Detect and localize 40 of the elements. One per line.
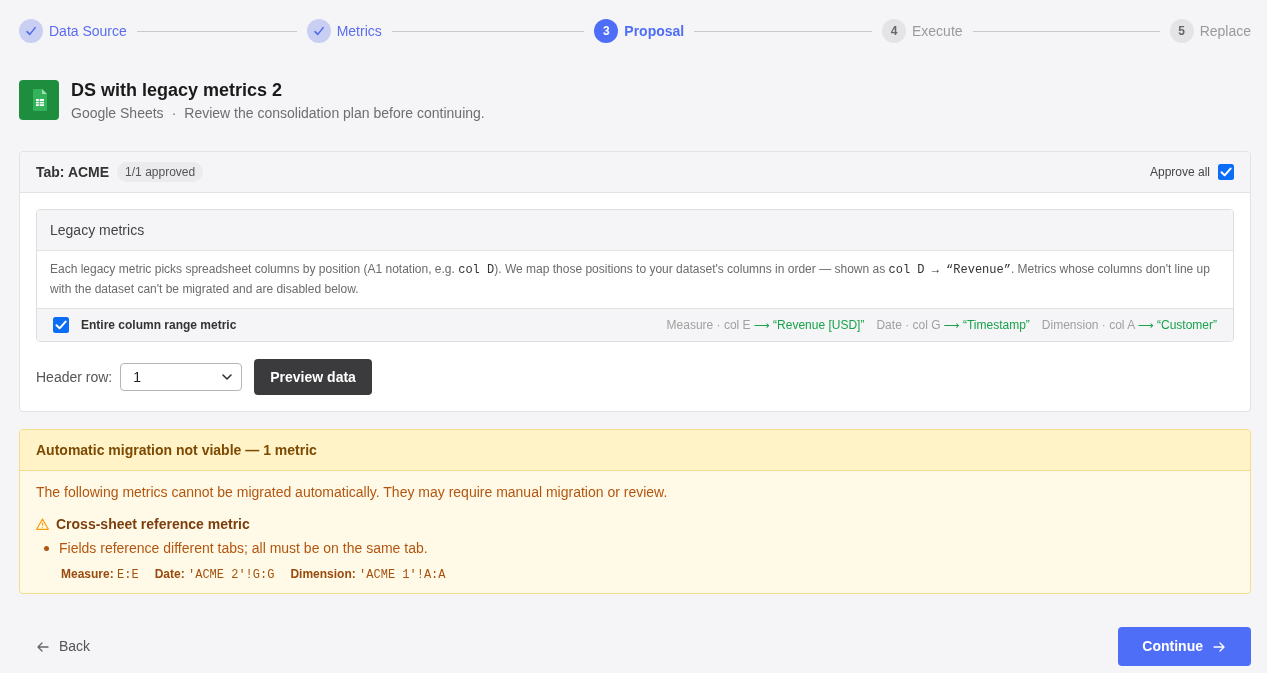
caret-icon	[222, 374, 233, 380]
page-title: DS with legacy metrics 2	[71, 79, 284, 102]
approve-all-label: Approve all	[1149, 164, 1210, 181]
bullet-icon	[44, 545, 49, 551]
preview-data-button[interactable]: Preview data	[254, 359, 372, 395]
warning-icon	[36, 518, 49, 530]
column-mapping: Date · col G ⟶ “Timestamp”	[876, 316, 1030, 334]
separator: ·	[171, 104, 177, 123]
warning-title: Automatic migration not viable — 1 metric	[36, 440, 317, 460]
column-mapping: Measure · col E ⟶ “Revenue [USD]”	[666, 316, 865, 334]
warning-message: The following metrics cannot be migrated automatically. They may require manual migration or review.	[36, 483, 669, 502]
checkbox[interactable]	[53, 317, 69, 333]
step-label: Replace	[1199, 21, 1251, 41]
arrow-right-icon	[1213, 641, 1225, 652]
spreadsheet-icon	[19, 80, 59, 120]
failure-reason: Fields reference different tabs; all must be on the same tab.	[59, 538, 428, 558]
arrow-left-icon	[37, 641, 49, 652]
metric-name: Entire column range metric	[81, 317, 237, 334]
failed-metric-name: Cross-sheet reference metric	[56, 514, 250, 534]
page-description: Review the consolidation plan before continuing.	[184, 104, 485, 123]
field-reference: Date: 'ACME 2'!G:G	[154, 566, 275, 584]
checkbox[interactable]	[1218, 164, 1234, 180]
approval-count-badge: 1/1 approved	[117, 162, 204, 182]
field-reference: Dimension: 'ACME 1'!A:A	[290, 566, 446, 584]
step-label: Data Source	[49, 21, 127, 41]
step-label: Proposal	[624, 21, 685, 41]
step-number: 5	[1169, 19, 1194, 43]
step-label: Metrics	[336, 21, 382, 41]
back-button[interactable]: Back	[37, 636, 91, 657]
continue-button[interactable]: Continue	[1118, 627, 1251, 666]
column-mapping: Dimension · col A ⟶ “Customer”	[1041, 316, 1217, 334]
panel-title: Legacy metrics	[50, 220, 145, 240]
header-row-select[interactable]: 1	[120, 363, 243, 391]
step-number: 4	[881, 19, 906, 43]
step-number: 3	[594, 19, 619, 43]
tab-title: Tab: ACME	[36, 162, 110, 182]
source-name: Google Sheets	[71, 104, 164, 123]
step-label: Execute	[911, 21, 963, 41]
header-row-label: Header row:	[36, 367, 113, 387]
field-reference: Measure: E:E	[61, 566, 139, 584]
